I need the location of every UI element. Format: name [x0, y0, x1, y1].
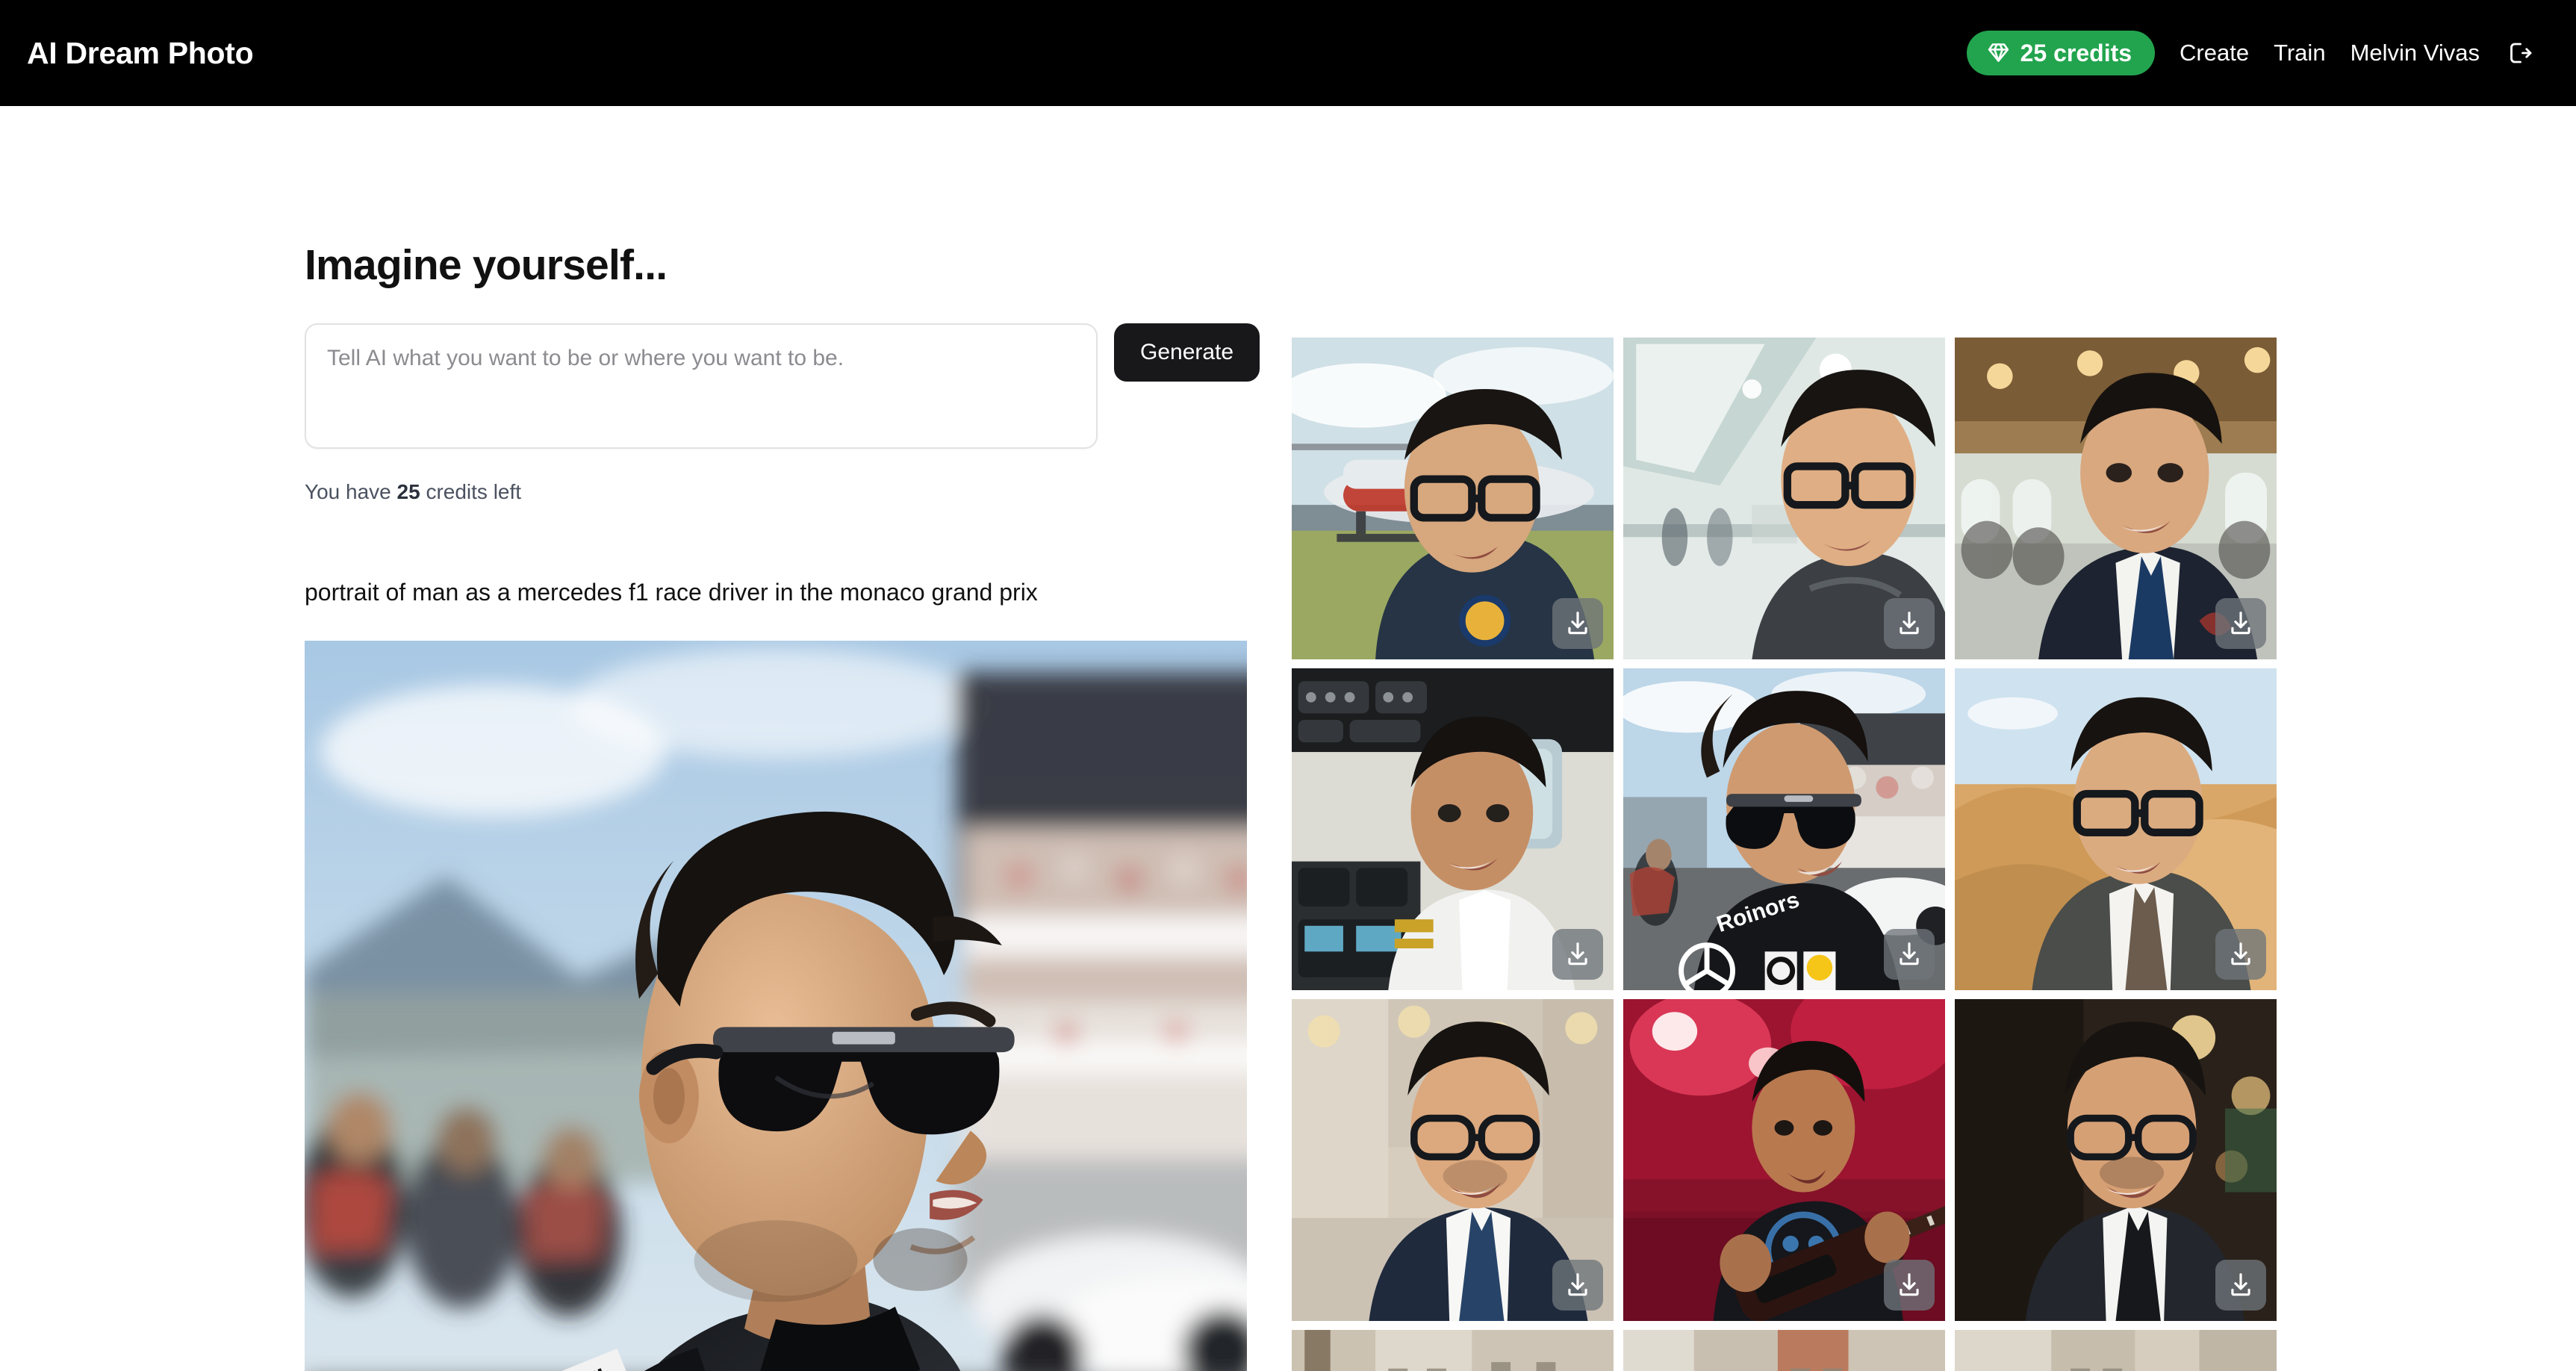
credits-note-prefix: You have [305, 480, 397, 503]
download-button[interactable] [2215, 598, 2266, 649]
download-icon [1900, 1273, 1919, 1296]
nav-link-user-name[interactable]: Melvin Vivas [2351, 40, 2480, 66]
logout-icon[interactable] [2504, 40, 2533, 66]
download-button[interactable] [1884, 1260, 1935, 1311]
prompt-input[interactable] [305, 323, 1098, 449]
gallery-item[interactable] [1292, 338, 1614, 659]
download-icon [2231, 942, 2250, 966]
download-icon [2231, 612, 2250, 635]
gallery-item[interactable] [1955, 338, 2277, 659]
download-button[interactable] [1552, 1260, 1603, 1311]
gallery-item[interactable] [1292, 999, 1614, 1321]
credits-remaining-note: You have 25 credits left [305, 480, 1292, 504]
gallery-item[interactable] [1955, 668, 2277, 990]
page-body: Imagine yourself... Generate You have 25… [0, 106, 2576, 1371]
credits-note-suffix: credits left [420, 480, 522, 503]
nav-link-create[interactable]: Create [2180, 40, 2249, 66]
top-navigation-bar: AI Dream Photo 25 credits Create Train M… [0, 0, 2576, 106]
hero-image-art: Roinors TIREL [305, 640, 1247, 1371]
generated-images-gallery: Roinors [1292, 106, 2285, 1371]
gem-icon [1986, 40, 2011, 65]
download-button[interactable] [1884, 929, 1935, 980]
prompt-row: Generate [305, 323, 1292, 449]
credits-badge-label: 25 credits [2020, 39, 2132, 66]
download-button[interactable] [1552, 598, 1603, 649]
download-icon [1900, 942, 1919, 966]
download-button[interactable] [2215, 929, 2266, 980]
download-icon [2231, 1273, 2250, 1296]
hero-generated-image[interactable]: Roinors TIREL [305, 640, 1247, 1371]
download-button[interactable] [1552, 929, 1603, 980]
gallery-item[interactable] [1292, 668, 1614, 990]
download-button[interactable] [2215, 1260, 2266, 1311]
credits-badge[interactable]: 25 credits [1966, 31, 2156, 75]
gallery-item[interactable] [1623, 999, 1945, 1321]
credits-note-amount: 25 [396, 480, 420, 503]
download-icon [1568, 942, 1587, 966]
generate-button[interactable]: Generate [1114, 323, 1260, 382]
page-title: Imagine yourself... [305, 241, 668, 289]
gallery-item[interactable] [1955, 1330, 2277, 1371]
download-icon [1568, 612, 1587, 635]
thumbnail-image [1955, 1330, 2277, 1371]
thumbnail-image [1292, 1330, 1614, 1371]
app-brand-title: AI Dream Photo [27, 35, 254, 70]
download-icon [1900, 612, 1919, 635]
result-prompt-text: portrait of man as a mercedes f1 race dr… [305, 579, 1038, 606]
header-right-nav: 25 credits Create Train Melvin Vivas [1966, 31, 2533, 75]
nav-link-train[interactable]: Train [2274, 40, 2325, 66]
gallery-item[interactable] [1292, 1330, 1614, 1371]
gallery-item[interactable] [1623, 1330, 1945, 1371]
gallery-item[interactable]: Roinors [1623, 668, 1945, 990]
generator-column: Imagine yourself... Generate You have 25… [0, 106, 1292, 1371]
download-icon [1568, 1273, 1587, 1296]
download-button[interactable] [1884, 598, 1935, 649]
gallery-item[interactable] [1955, 999, 2277, 1321]
thumbnail-image [1623, 1330, 1945, 1371]
gallery-item[interactable] [1623, 338, 1945, 659]
